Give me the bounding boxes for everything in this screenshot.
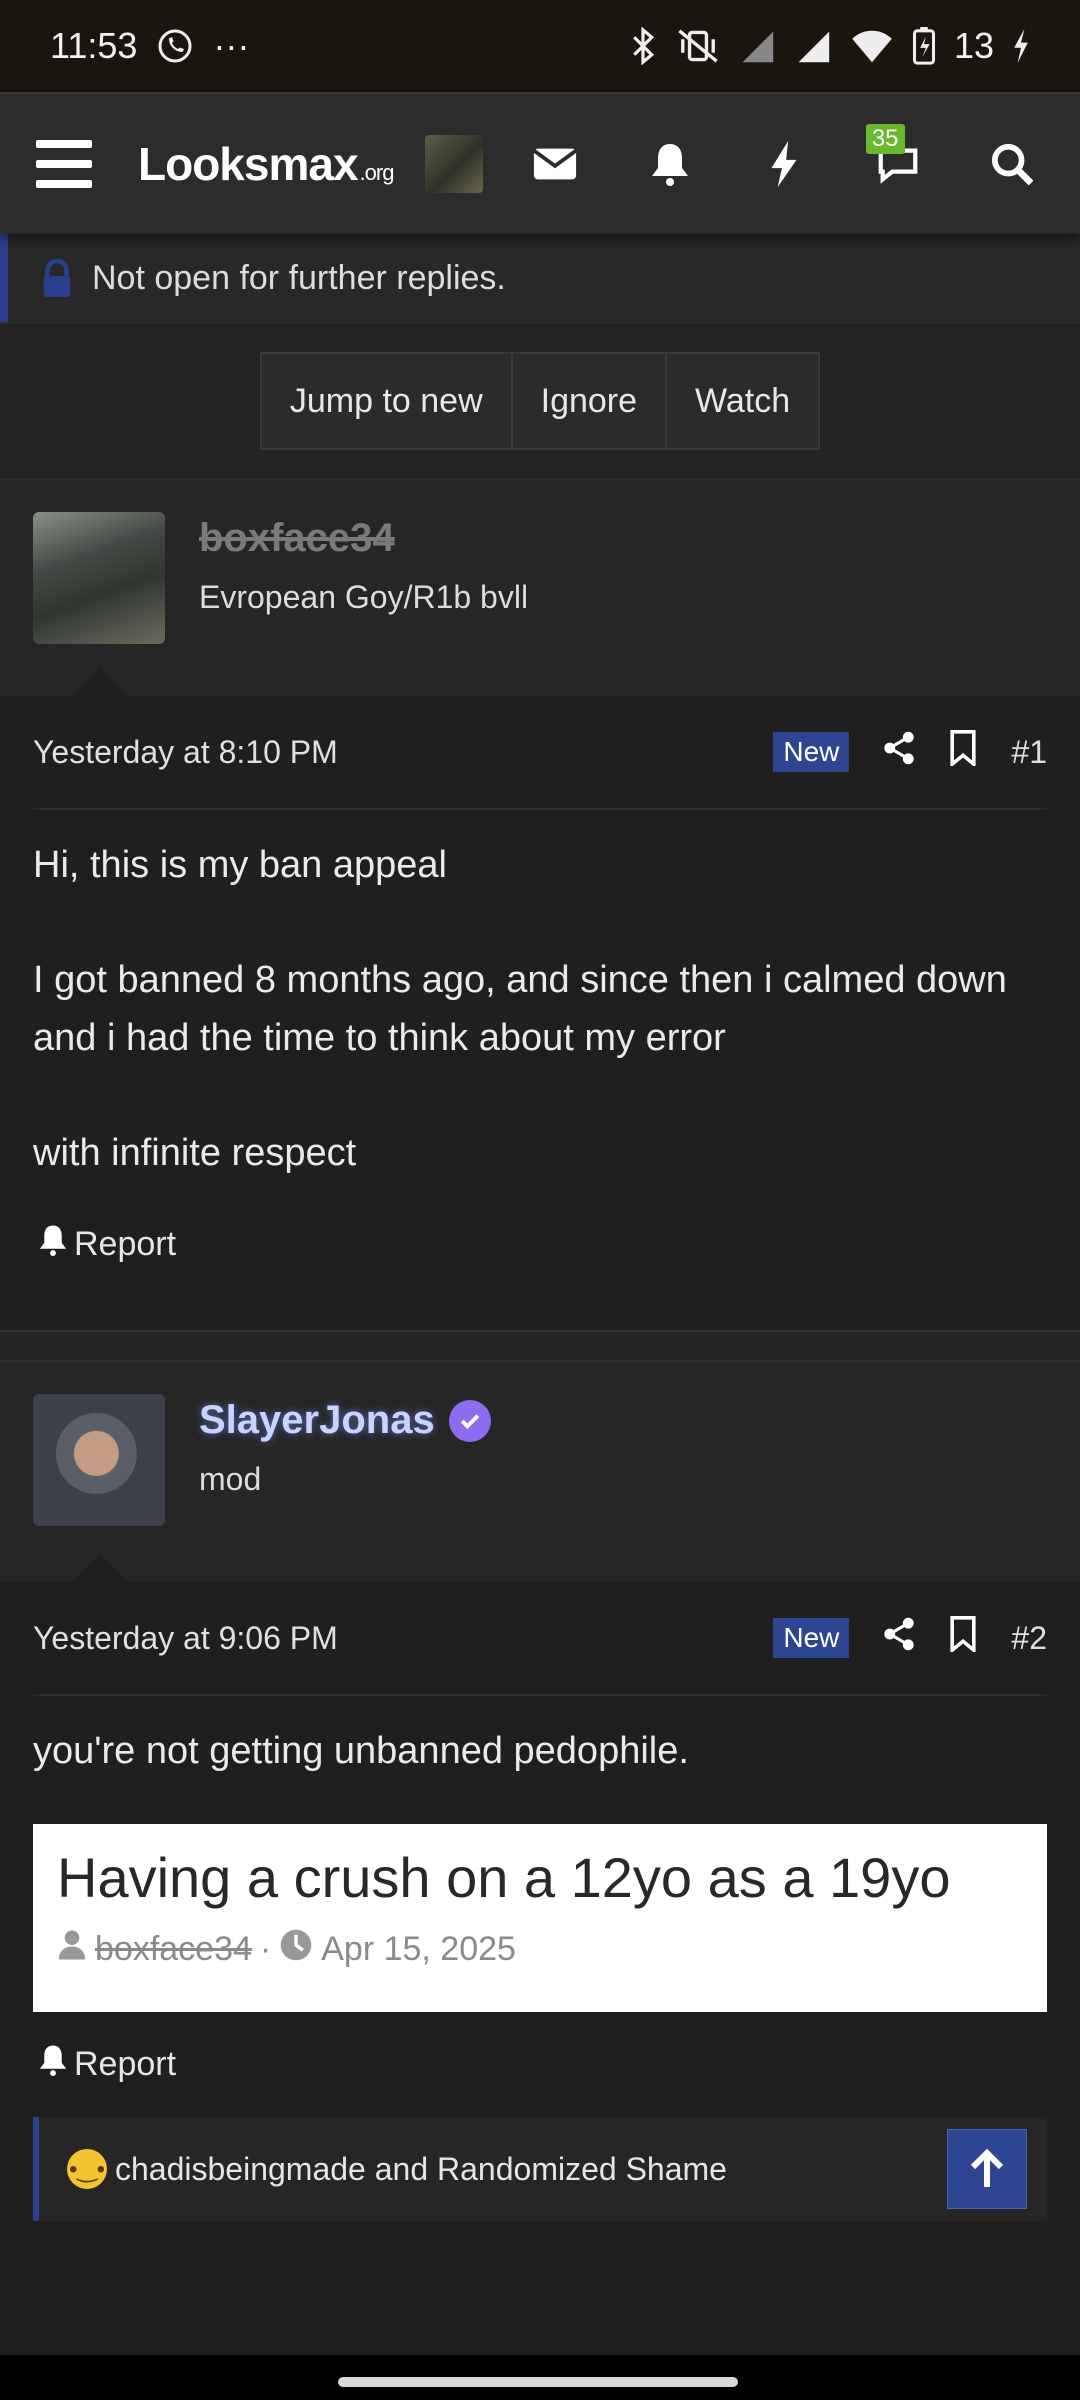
avatar[interactable]	[33, 512, 165, 644]
embed-separator: ·	[259, 1930, 272, 1968]
post-number[interactable]: #1	[1011, 734, 1047, 771]
user-avatar[interactable]	[425, 135, 484, 193]
battery-icon	[912, 27, 936, 65]
logo-suffix: .org	[359, 160, 395, 185]
embed-author: boxface34	[95, 1930, 252, 1968]
user-icon	[57, 1929, 87, 1970]
post-number[interactable]: #2	[1011, 1620, 1047, 1657]
clock: 11:53	[50, 25, 138, 66]
signal-icon-2	[794, 28, 832, 64]
post-message: you're not getting unbanned pedophile.	[0, 1696, 1080, 1780]
username[interactable]: SlayerJonas	[199, 1398, 491, 1443]
message-paragraph: with infinite respect	[33, 1132, 357, 1174]
site-logo[interactable]: Looksmax .org	[138, 137, 395, 191]
user-title: Evropean Goy/R1b bvll	[199, 579, 529, 615]
share-icon[interactable]	[883, 731, 915, 773]
verified-icon	[448, 1399, 491, 1442]
scroll-to-top-button[interactable]	[947, 2129, 1027, 2209]
post-body: Yesterday at 8:10 PM New #1 Hi, this is …	[0, 696, 1080, 1330]
bolt-icon[interactable]	[752, 132, 816, 196]
vibrate-off-icon	[676, 27, 720, 65]
report-label: Report	[74, 2045, 177, 2083]
status-bar: 11:53 ··· 13	[0, 0, 1080, 92]
message-paragraph: Hi, this is my ban appeal	[33, 844, 447, 886]
bookmark-icon[interactable]	[949, 1616, 977, 1660]
charging-icon	[1012, 29, 1030, 63]
reactions-text[interactable]: chadisbeingmade and Randomized Shame	[115, 2151, 727, 2188]
battery-level: 13	[953, 25, 994, 66]
report-link[interactable]: Report	[0, 2044, 1080, 2085]
notice-text: Not open for further replies.	[92, 258, 506, 297]
logo-text: Looksmax	[138, 138, 359, 190]
bluetooth-icon	[628, 27, 658, 65]
embed-date: Apr 15, 2025	[321, 1930, 516, 1968]
menu-icon[interactable]	[36, 140, 92, 188]
signal-icon	[738, 28, 776, 64]
embed-meta: boxface34 · Apr 15, 2025	[57, 1928, 1023, 1971]
crying-laughing-icon: •‿•	[67, 2149, 107, 2189]
bell-icon	[38, 1224, 68, 1265]
post-timestamp[interactable]: Yesterday at 9:06 PM	[33, 1620, 338, 1657]
thread-locked-notice: Not open for further replies.	[0, 234, 1080, 322]
avatar[interactable]	[33, 1394, 165, 1526]
chat-icon[interactable]: 35	[865, 124, 930, 196]
report-link[interactable]: Report	[0, 1224, 1080, 1265]
bell-icon	[38, 2044, 68, 2085]
share-icon[interactable]	[883, 1617, 915, 1659]
post-meta: Yesterday at 9:06 PM New #2	[33, 1582, 1047, 1696]
new-badge: New	[773, 732, 850, 772]
post-header: boxface34 Evropean Goy/R1b bvll	[0, 478, 1080, 698]
lock-icon	[40, 259, 74, 297]
user-title: mod	[199, 1461, 262, 1497]
call-icon	[157, 28, 193, 64]
search-icon[interactable]	[980, 132, 1044, 196]
thread-actions: Jump to new Ignore Watch	[0, 322, 1080, 478]
clock-icon	[279, 1928, 313, 1971]
post-timestamp[interactable]: Yesterday at 8:10 PM	[33, 734, 338, 771]
embedded-thread-image[interactable]: Having a crush on a 12yo as a 19yo boxfa…	[33, 1824, 1047, 2012]
watch-button[interactable]: Watch	[667, 354, 819, 448]
bookmark-icon[interactable]	[949, 730, 977, 774]
ignore-button[interactable]: Ignore	[512, 354, 668, 448]
post-meta: Yesterday at 8:10 PM New #1	[33, 696, 1047, 810]
username[interactable]: boxface34	[199, 516, 528, 561]
bell-icon[interactable]	[638, 132, 702, 196]
gesture-handle[interactable]	[338, 2377, 738, 2387]
jump-to-new-button[interactable]: Jump to new	[261, 354, 513, 448]
message-paragraph: I got banned 8 months ago, and since the…	[33, 959, 1007, 1059]
more-icon: ···	[213, 25, 250, 66]
mail-icon[interactable]	[523, 132, 587, 196]
conversations-badge: 35	[865, 124, 905, 154]
post-header: SlayerJonas mod	[0, 1360, 1080, 1584]
username-text: SlayerJonas	[199, 1398, 435, 1442]
post-body: Yesterday at 9:06 PM New #2 you're not g…	[0, 1582, 1080, 2355]
message-paragraph: you're not getting unbanned pedophile.	[33, 1730, 689, 1772]
wifi-icon	[850, 28, 894, 64]
embed-title: Having a crush on a 12yo as a 19yo	[57, 1846, 951, 1909]
top-navbar: Looksmax .org 35	[0, 92, 1080, 234]
post-message: Hi, this is my ban appeal I got banned 8…	[0, 810, 1080, 1182]
report-label: Report	[74, 1225, 177, 1263]
new-badge: New	[773, 1618, 850, 1658]
reactions-bar[interactable]: •‿• chadisbeingmade and Randomized Shame	[33, 2117, 1047, 2221]
